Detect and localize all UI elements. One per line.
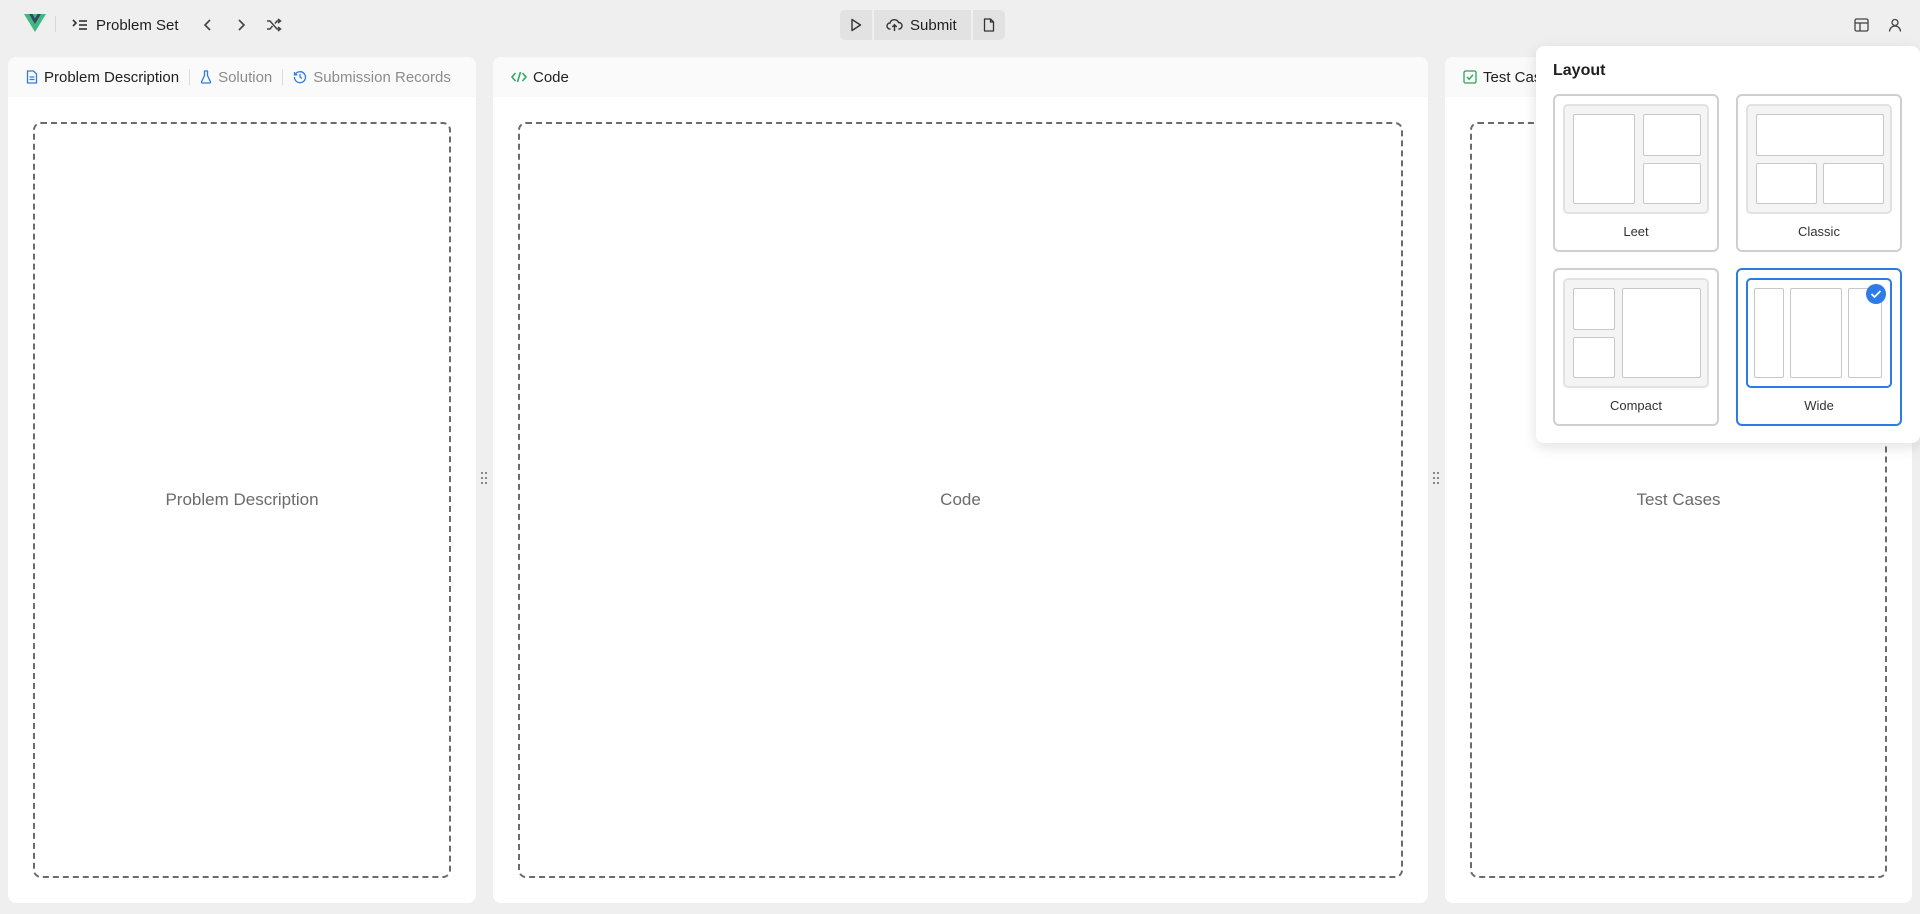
cloud-upload-icon — [886, 19, 903, 31]
problem-panel-tabs: Problem Description Solution Submission … — [8, 57, 476, 97]
chevron-right-icon — [238, 19, 246, 31]
placeholder-label: Code — [940, 490, 981, 509]
tab-problem-description[interactable]: Problem Description — [26, 69, 179, 86]
flask-icon — [200, 70, 212, 84]
layout-option-compact[interactable]: Compact — [1553, 268, 1719, 426]
tab-label: Solution — [218, 68, 273, 86]
tab-label: Code — [533, 68, 569, 86]
run-submit-group: Submit — [840, 10, 1005, 40]
chevron-left-icon — [203, 19, 211, 31]
layout-option-leet[interactable]: Leet — [1553, 94, 1719, 252]
layout-popover: Layout Leet Classic Compact Wide — [1536, 46, 1920, 443]
note-icon — [983, 18, 994, 32]
top-bar: Problem Set Submit — [0, 0, 1920, 50]
layout-option-wide[interactable]: Wide — [1736, 268, 1902, 426]
history-icon — [294, 71, 307, 84]
selected-check-icon — [1866, 284, 1886, 304]
code-panel-tabs: Code — [493, 57, 1428, 97]
layout-icon — [1853, 18, 1869, 32]
layout-button[interactable] — [1848, 12, 1874, 38]
tab-divider — [189, 69, 191, 85]
code-icon — [511, 71, 527, 83]
document-icon — [26, 70, 38, 84]
tab-solution[interactable]: Solution — [200, 69, 272, 86]
problem-panel: Problem Description Solution Submission … — [8, 57, 476, 903]
tab-test-cases[interactable]: Test Cas — [1463, 69, 1541, 86]
layout-option-label: Classic — [1798, 224, 1840, 239]
tab-label: Submission Records — [313, 68, 451, 86]
layout-option-classic[interactable]: Classic — [1736, 94, 1902, 252]
submit-label: Submit — [910, 16, 957, 34]
tab-label: Problem Description — [44, 68, 180, 86]
random-problem-button[interactable] — [261, 12, 287, 38]
code-editor-placeholder: Code — [518, 122, 1403, 878]
problem-set-button[interactable]: Problem Set — [72, 12, 179, 38]
layout-option-label: Leet — [1623, 224, 1649, 239]
tab-code[interactable]: Code — [511, 69, 569, 86]
layout-option-label: Compact — [1609, 398, 1663, 413]
shuffle-icon — [267, 18, 282, 32]
previous-problem-button[interactable] — [195, 12, 221, 38]
placeholder-label: Test Cases — [1636, 490, 1721, 509]
tab-divider — [282, 69, 284, 85]
left-resize-handle[interactable] — [481, 472, 487, 486]
code-panel: Code Code — [493, 57, 1428, 903]
popover-title: Layout — [1553, 62, 1606, 79]
user-button[interactable] — [1882, 12, 1908, 38]
tab-label: Test Cas — [1483, 68, 1542, 86]
tab-submission-records[interactable]: Submission Records — [293, 69, 451, 86]
layout-option-label: Wide — [1804, 398, 1834, 413]
run-button[interactable] — [840, 10, 872, 40]
right-resize-handle[interactable] — [1433, 472, 1439, 486]
play-icon — [851, 18, 862, 32]
vue-logo-icon[interactable] — [24, 14, 46, 32]
checkbox-icon — [1463, 70, 1477, 84]
layout-thumbnail — [1563, 104, 1709, 214]
notes-button[interactable] — [972, 10, 1005, 40]
submit-button[interactable]: Submit — [874, 10, 971, 40]
layout-thumbnail — [1746, 278, 1892, 388]
problem-description-placeholder: Problem Description — [33, 122, 451, 878]
list-icon — [72, 19, 87, 30]
next-problem-button[interactable] — [228, 12, 254, 38]
user-icon — [1888, 18, 1902, 32]
layout-thumbnail — [1563, 278, 1709, 388]
layout-thumbnail — [1746, 104, 1892, 214]
placeholder-label: Problem Description — [165, 490, 319, 509]
problem-set-label: Problem Set — [96, 16, 179, 34]
divider — [55, 16, 56, 32]
